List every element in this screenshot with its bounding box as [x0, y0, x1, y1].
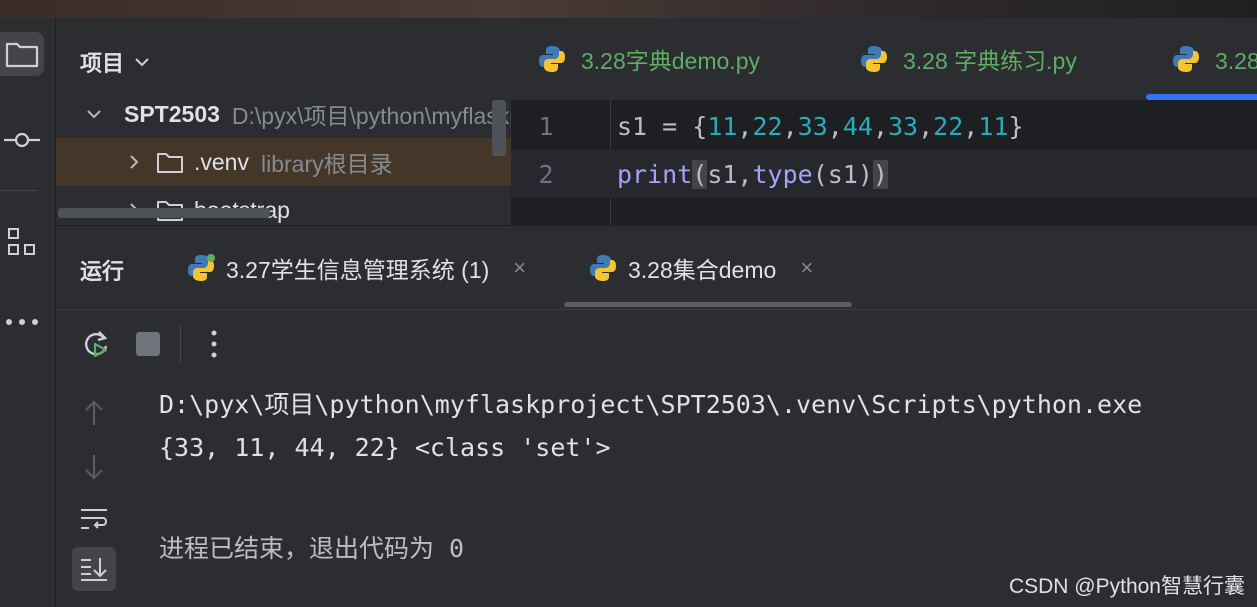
- stop-icon: [136, 332, 160, 356]
- more-horizontal-icon: [6, 319, 38, 325]
- folder-icon: [157, 153, 183, 173]
- code-text: s1 = {11,22,33,44,33,22,11}: [617, 112, 1024, 141]
- arrow-down-icon: [85, 455, 103, 480]
- rerun-button[interactable]: [76, 324, 116, 364]
- tab-label: 3.27学生信息管理系统 (1): [226, 257, 490, 283]
- code-paren-close: ): [872, 159, 888, 189]
- chevron-down-icon: [135, 58, 149, 67]
- tree-item-label: .venv: [194, 148, 249, 175]
- code-token: s1 = {: [617, 111, 708, 141]
- chevron-down-icon[interactable]: [86, 109, 102, 119]
- code-function: type: [752, 159, 813, 189]
- run-tab-student-system[interactable]: 3.27学生信息管理系统 (1) ×: [186, 226, 526, 309]
- line-number: 1: [538, 111, 554, 141]
- code-token: s1,: [707, 159, 753, 189]
- folder-icon: [5, 42, 39, 68]
- toolbar-separator: [180, 324, 181, 364]
- code-number: 33: [888, 111, 919, 141]
- code-number: 22: [752, 111, 783, 141]
- python-icon: [1173, 46, 1199, 72]
- soft-wrap-icon: [81, 509, 107, 529]
- active-run-tab-indicator: [564, 302, 852, 307]
- run-panel-title: 运行: [80, 259, 125, 284]
- run-toolbar: [56, 309, 1257, 377]
- code-comma: ,: [872, 111, 888, 141]
- project-tool-button[interactable]: [0, 32, 44, 76]
- code-number: 11: [978, 111, 1009, 141]
- project-panel-header[interactable]: 项目: [80, 46, 150, 78]
- tree-item-path: D:\pyx\项目\python\myflaskproject\SPT2503: [231, 103, 511, 129]
- structure-tool-button[interactable]: [0, 220, 44, 264]
- more-options-button[interactable]: [194, 324, 234, 364]
- activity-bar: [0, 18, 56, 607]
- tab-set-demo[interactable]: 3.28集合demo.py: [1171, 18, 1257, 100]
- tree-item-venv[interactable]: .venv library根目录: [56, 138, 511, 186]
- console-exit-line: 进程已结束，退出代码为 0: [159, 534, 465, 563]
- chevron-right-icon[interactable]: [124, 154, 144, 170]
- code-comma: ,: [737, 111, 753, 141]
- code-number: 33: [797, 111, 828, 141]
- project-horizontal-scrollbar[interactable]: [58, 208, 270, 218]
- code-paren-open: (: [692, 159, 708, 189]
- more-tools-button[interactable]: [0, 300, 44, 344]
- project-panel: 项目 SPT2503 D:\pyx\项目\python\myflaskproje…: [56, 18, 511, 225]
- python-icon: [539, 46, 565, 72]
- scroll-up-button[interactable]: [72, 391, 116, 435]
- run-panel-header: 运行 3.27学生信息管理系统 (1) × 3.28集合demo ×: [56, 225, 1257, 309]
- code-comma: ,: [782, 111, 798, 141]
- python-icon: [590, 255, 616, 281]
- tab-label: 3.28字典demo.py: [581, 48, 760, 74]
- soft-wrap-button[interactable]: [72, 497, 116, 541]
- more-vertical-icon: [211, 330, 217, 358]
- code-number: 44: [842, 111, 873, 141]
- window-top-strip: [0, 0, 1257, 18]
- commit-tool-button[interactable]: [0, 118, 44, 162]
- scroll-to-end-icon: [81, 558, 107, 581]
- code-comma: ,: [918, 111, 934, 141]
- python-icon: [188, 254, 215, 281]
- close-icon[interactable]: ×: [513, 255, 526, 281]
- activity-separator: [0, 190, 38, 191]
- tab-label: 3.28集合demo.py: [1215, 48, 1257, 74]
- tab-dict-demo[interactable]: 3.28字典demo.py: [537, 18, 760, 100]
- editor-tab-bar: 3.28字典demo.py 3.28 字典练习.py 3.28集合demo.py: [511, 18, 1257, 100]
- console-line: D:\pyx\项目\python\myflaskproject\SPT2503\…: [159, 390, 1143, 419]
- console-line: {33, 11, 44, 22} <class 'set'>: [159, 433, 611, 462]
- code-function: print: [617, 159, 693, 189]
- code-comma: ,: [827, 111, 843, 141]
- arrow-up-icon: [85, 400, 103, 425]
- code-token: (s1): [812, 159, 873, 189]
- python-icon: [861, 46, 887, 72]
- tab-label: 3.28 字典练习.py: [903, 48, 1077, 74]
- tab-label: 3.28集合demo: [628, 257, 777, 283]
- project-vertical-scrollbar[interactable]: [492, 100, 506, 156]
- code-text: print(s1,type(s1)): [617, 159, 888, 189]
- tree-item-bootstrap[interactable]: bootstrap: [56, 186, 511, 225]
- close-icon[interactable]: ×: [800, 255, 813, 281]
- code-number: 11: [707, 111, 738, 141]
- code-line-2[interactable]: 2 print(s1,type(s1)): [511, 150, 1257, 198]
- tree-item-label: SPT2503: [124, 100, 220, 127]
- scroll-down-button[interactable]: [72, 445, 116, 489]
- code-editor[interactable]: 1 s1 = {11,22,33,44,33,22,11} 2 print(s1…: [511, 100, 1257, 225]
- project-panel-title: 项目: [80, 51, 125, 76]
- watermark: CSDN @Python智慧行囊: [1008, 575, 1245, 598]
- rerun-icon: [85, 331, 108, 358]
- stop-button[interactable]: [128, 324, 168, 364]
- tab-dict-practice[interactable]: 3.28 字典练习.py: [859, 18, 1077, 100]
- code-line-1[interactable]: 1 s1 = {11,22,33,44,33,22,11}: [511, 102, 1257, 150]
- tree-item-root[interactable]: SPT2503 D:\pyx\项目\python\myflaskproject\…: [56, 90, 511, 138]
- commit-icon: [4, 132, 40, 148]
- line-number: 2: [538, 159, 554, 189]
- run-tab-set-demo[interactable]: 3.28集合demo ×: [588, 226, 813, 309]
- structure-icon: [8, 228, 35, 255]
- code-comma: ,: [963, 111, 979, 141]
- tree-item-hint: library根目录: [260, 151, 393, 177]
- scroll-to-end-button[interactable]: [72, 547, 116, 591]
- code-number: 22: [933, 111, 964, 141]
- code-token: }: [1008, 111, 1024, 141]
- console-side-toolbar: [56, 377, 132, 607]
